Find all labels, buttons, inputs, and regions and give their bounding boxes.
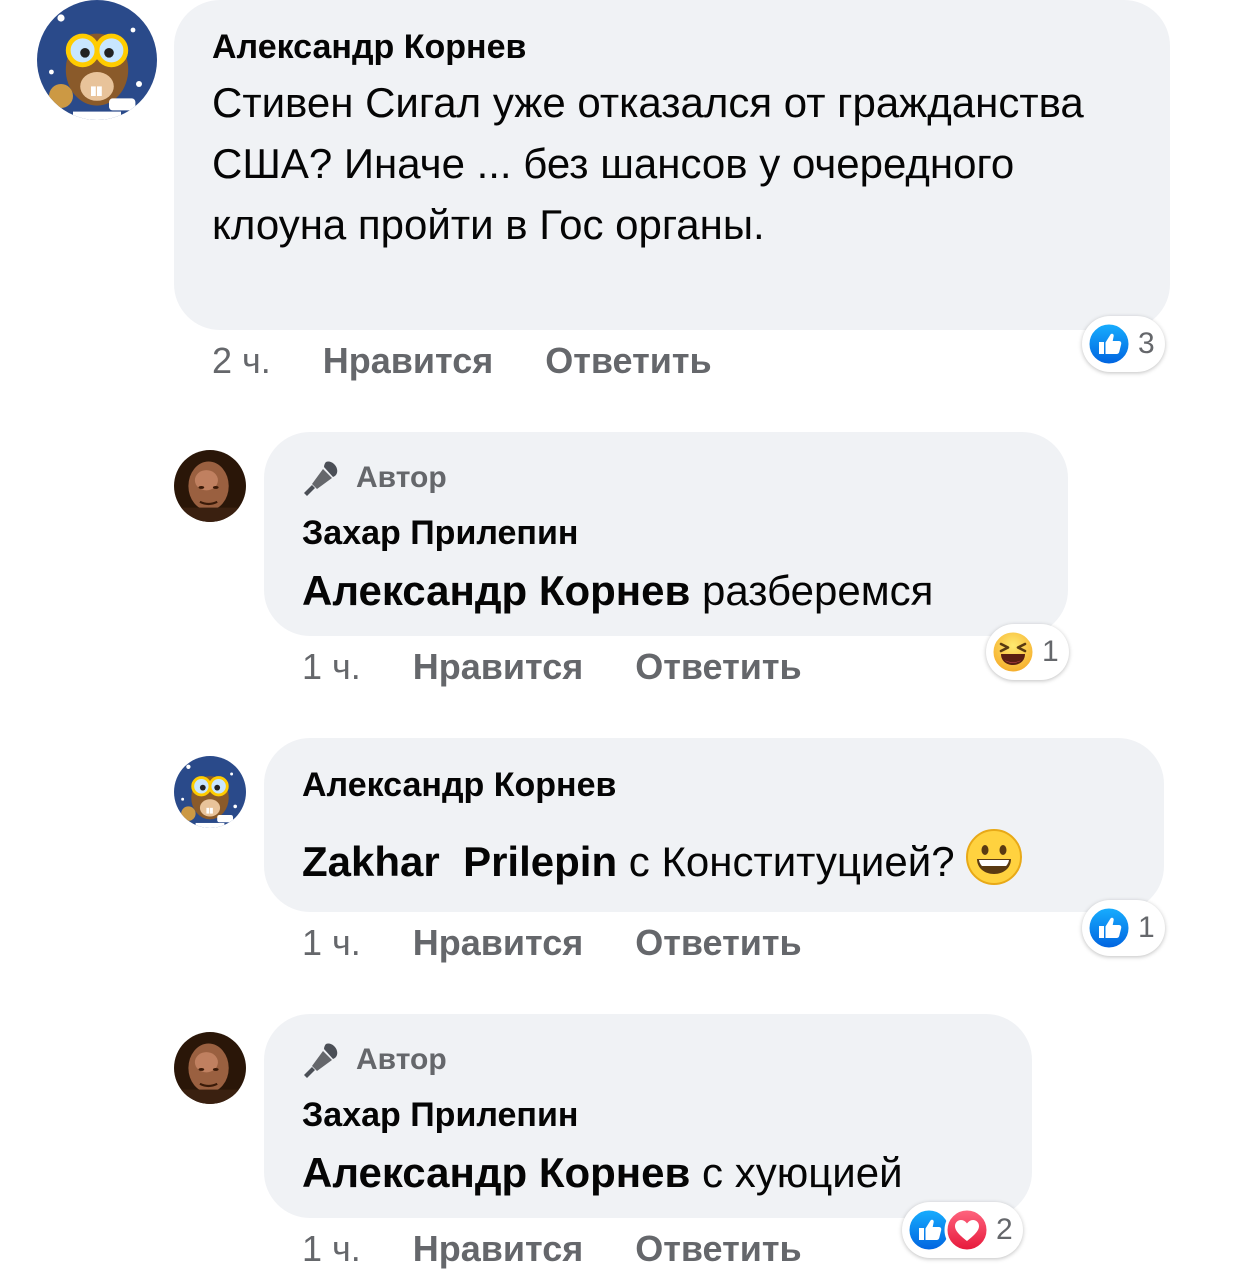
mention-link[interactable]: Александр Корнев xyxy=(302,1149,690,1196)
comment-text-body: разберемся xyxy=(690,567,934,614)
comment-meta: 1 ч. Нравится Ответить xyxy=(302,646,802,688)
like-icon xyxy=(1086,905,1132,951)
comment-time[interactable]: 1 ч. xyxy=(302,646,361,688)
reply-button[interactable]: Ответить xyxy=(635,1228,801,1270)
reaction-summary[interactable]: 3 xyxy=(1082,316,1165,372)
grinning-emoji-icon xyxy=(965,828,1023,886)
avatar[interactable] xyxy=(174,756,246,828)
love-icon xyxy=(944,1207,990,1253)
comment-meta: 1 ч. Нравится Ответить xyxy=(302,1228,802,1270)
reaction-count: 3 xyxy=(1138,327,1155,360)
comment-meta: 1 ч. Нравится Ответить xyxy=(302,922,802,964)
comment-text-body: с хуюцией xyxy=(690,1149,903,1196)
reaction-summary[interactable]: 2 xyxy=(902,1202,1023,1258)
avatar[interactable] xyxy=(37,0,157,120)
like-button[interactable]: Нравится xyxy=(323,340,493,382)
comment-text: Zakhar Prilepin с Конституцией? xyxy=(302,828,1023,892)
comment-text: Александр Корнев с хуюцией xyxy=(302,1142,903,1203)
mention-link[interactable]: Александр Корнев xyxy=(302,567,690,614)
haha-icon xyxy=(990,629,1036,675)
comment-text: Стивен Сигал уже отказался от гражданств… xyxy=(212,79,1084,248)
comment-author[interactable]: Александр Корнев xyxy=(302,766,616,805)
author-badge: Автор xyxy=(302,458,447,498)
comment-time[interactable]: 1 ч. xyxy=(302,1228,361,1270)
reaction-summary[interactable]: 1 xyxy=(986,624,1069,680)
reaction-summary[interactable]: 1 xyxy=(1082,900,1165,956)
author-badge: Автор xyxy=(302,1040,447,1080)
reaction-count: 1 xyxy=(1138,911,1155,944)
avatar[interactable] xyxy=(174,450,246,522)
reply-button[interactable]: Ответить xyxy=(635,646,801,688)
reaction-count: 2 xyxy=(996,1213,1013,1246)
reply-button[interactable]: Ответить xyxy=(635,922,801,964)
like-icon xyxy=(1086,321,1132,367)
microphone-icon xyxy=(302,458,342,498)
like-button[interactable]: Нравится xyxy=(413,922,583,964)
comment-text: Александр Корнев разберемся xyxy=(302,560,933,621)
reply-button[interactable]: Ответить xyxy=(545,340,711,382)
author-badge-label: Автор xyxy=(356,461,447,494)
like-button[interactable]: Нравится xyxy=(413,1228,583,1270)
reaction-count: 1 xyxy=(1042,635,1059,668)
comment-time[interactable]: 1 ч. xyxy=(302,922,361,964)
microphone-icon xyxy=(302,1040,342,1080)
mention-link[interactable]: Zakhar Prilepin xyxy=(302,838,617,885)
avatar[interactable] xyxy=(174,1032,246,1104)
comment-author[interactable]: Захар Прилепин xyxy=(302,514,578,553)
comment-meta: 2 ч. Нравится Ответить xyxy=(212,340,712,382)
like-button[interactable]: Нравится xyxy=(413,646,583,688)
comment-time[interactable]: 2 ч. xyxy=(212,340,271,382)
comment-text-body: с Конституцией? xyxy=(617,838,955,885)
author-badge-label: Автор xyxy=(356,1043,447,1076)
comment-author[interactable]: Александр Корнев xyxy=(212,28,526,67)
comment-author[interactable]: Захар Прилепин xyxy=(302,1096,578,1135)
